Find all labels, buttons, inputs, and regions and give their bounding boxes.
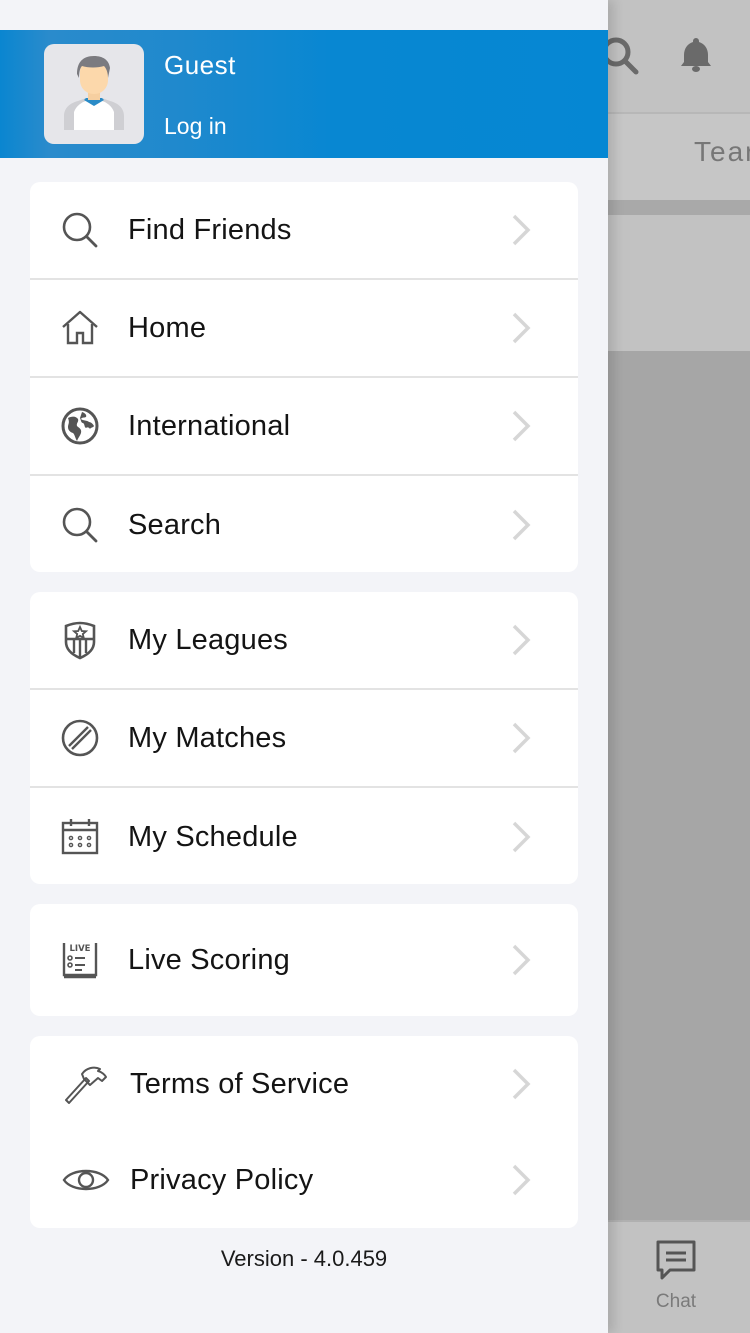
menu-item-my-schedule[interactable]: My Schedule (30, 788, 578, 884)
menu-item-label: Find Friends (128, 213, 292, 246)
chat-icon (656, 1240, 696, 1280)
menu-item-live-scoring[interactable]: LIVE Live Scoring (30, 904, 578, 1016)
menu-item-label: Search (128, 508, 222, 541)
menu-item-international[interactable]: International (30, 378, 578, 476)
chevron-right-icon (512, 944, 531, 976)
menu-item-search[interactable]: Search (30, 476, 578, 572)
menu-group-personal: My Leagues My Matches My Schedule (30, 592, 578, 884)
menu-item-label: Terms of Service (130, 1067, 350, 1100)
chevron-right-icon (512, 821, 531, 853)
chevron-right-icon (512, 410, 531, 442)
navigation-drawer: Guest Log in Find Friends Home Internati… (0, 0, 608, 1333)
login-link[interactable]: Log in (164, 113, 227, 140)
menu-item-find-friends[interactable]: Find Friends (30, 182, 578, 280)
svg-text:LIVE: LIVE (70, 944, 91, 954)
chevron-right-icon (512, 624, 531, 656)
calendar-icon (60, 817, 100, 857)
drawer-header: Guest Log in (0, 30, 608, 158)
league-shield-icon (60, 620, 100, 660)
menu-item-label: My Leagues (128, 623, 288, 656)
background-tab-label: Tear (694, 136, 750, 167)
menu-item-label: My Schedule (128, 820, 298, 853)
home-icon (60, 308, 100, 348)
search-icon (60, 210, 100, 250)
menu-group-legal: Terms of Service Privacy Policy (30, 1036, 578, 1228)
menu-item-label: International (128, 409, 291, 442)
search-icon (60, 505, 100, 545)
chevron-right-icon (512, 1164, 531, 1196)
menu-item-label: My Matches (128, 721, 287, 754)
menu-group-live: LIVE Live Scoring (30, 904, 578, 1016)
hammer-icon (62, 1064, 110, 1104)
menu-item-my-leagues[interactable]: My Leagues (30, 592, 578, 690)
menu-item-label: Home (128, 311, 207, 344)
menu-item-label: Privacy Policy (130, 1163, 314, 1196)
chat-label: Chat (655, 1291, 697, 1312)
menu-group-main: Find Friends Home International Search (30, 182, 578, 572)
chevron-right-icon (512, 1068, 531, 1100)
menu-item-privacy-policy[interactable]: Privacy Policy (30, 1132, 578, 1228)
avatar[interactable] (44, 44, 144, 144)
chat-tab: Chat (648, 1238, 704, 1313)
menu-item-label: Live Scoring (128, 943, 290, 976)
menu-item-home[interactable]: Home (30, 280, 578, 378)
globe-icon (60, 406, 100, 446)
chevron-right-icon (512, 214, 531, 246)
app-version: Version - 4.0.459 (220, 1246, 388, 1271)
eye-icon (62, 1160, 110, 1200)
chevron-right-icon (512, 312, 531, 344)
user-name: Guest (164, 50, 236, 80)
cricket-ball-icon (60, 718, 100, 758)
live-scoreboard-icon: LIVE (60, 940, 100, 980)
chevron-right-icon (512, 722, 531, 754)
bell-icon (676, 34, 716, 74)
menu-item-my-matches[interactable]: My Matches (30, 690, 578, 788)
menu-item-terms-of-service[interactable]: Terms of Service (30, 1036, 578, 1132)
chevron-right-icon (512, 509, 531, 541)
user-avatar-icon (64, 56, 124, 130)
